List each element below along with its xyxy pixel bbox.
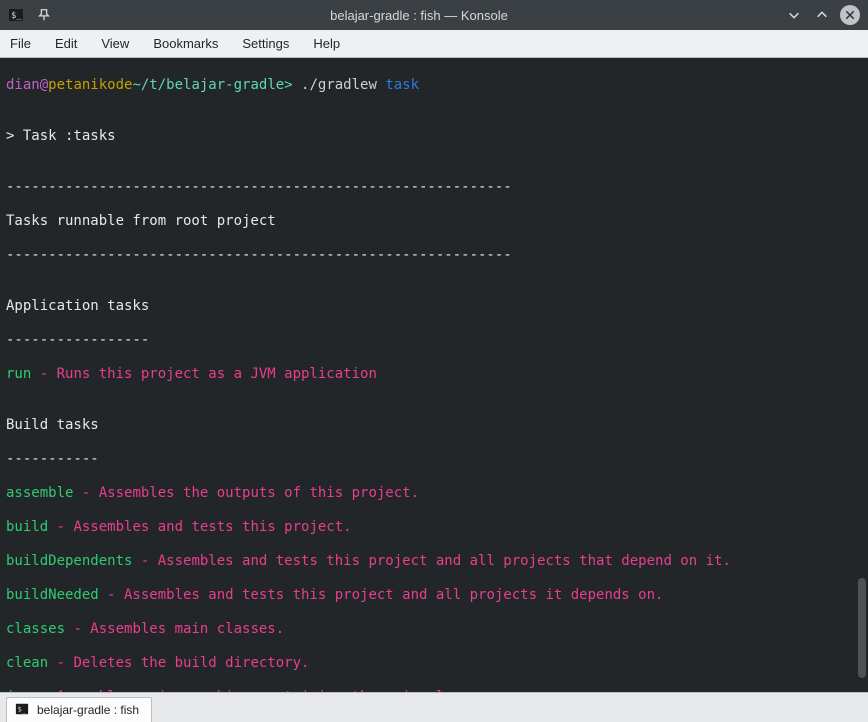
app-icon: $_: [8, 7, 24, 23]
prompt-user: dian: [6, 77, 40, 93]
command-text: ./gradlew: [293, 77, 386, 93]
terminal-icon: $_: [15, 702, 29, 719]
menu-help[interactable]: Help: [313, 36, 340, 51]
tab-bar: $_ belajar-gradle : fish: [0, 692, 868, 722]
menu-bar: File Edit View Bookmarks Settings Help: [0, 30, 868, 58]
prompt-path: ~/t/belajar-gradle: [132, 77, 284, 93]
svg-text:$_: $_: [18, 705, 27, 713]
menu-file[interactable]: File: [10, 36, 31, 51]
menu-bookmarks[interactable]: Bookmarks: [153, 36, 218, 51]
menu-settings[interactable]: Settings: [242, 36, 289, 51]
window-title: belajar-gradle : fish — Konsole: [54, 8, 784, 23]
tab-terminal[interactable]: $_ belajar-gradle : fish: [6, 697, 152, 722]
minimize-button[interactable]: [784, 5, 804, 25]
maximize-button[interactable]: [812, 5, 832, 25]
tab-label: belajar-gradle : fish: [37, 703, 139, 717]
svg-text:$_: $_: [11, 11, 22, 21]
prompt-host: petanikode: [48, 77, 132, 93]
menu-view[interactable]: View: [101, 36, 129, 51]
scrollbar-thumb[interactable]: [858, 578, 866, 678]
close-button[interactable]: [840, 5, 860, 25]
prompt-line: dian@petanikode~/t/belajar-gradle> ./gra…: [6, 77, 862, 94]
window-titlebar: $_ belajar-gradle : fish — Konsole: [0, 0, 868, 30]
menu-edit[interactable]: Edit: [55, 36, 77, 51]
pin-icon[interactable]: [34, 5, 54, 25]
terminal-viewport[interactable]: dian@petanikode~/t/belajar-gradle> ./gra…: [0, 58, 868, 692]
output-line: > Task :tasks: [6, 128, 862, 145]
